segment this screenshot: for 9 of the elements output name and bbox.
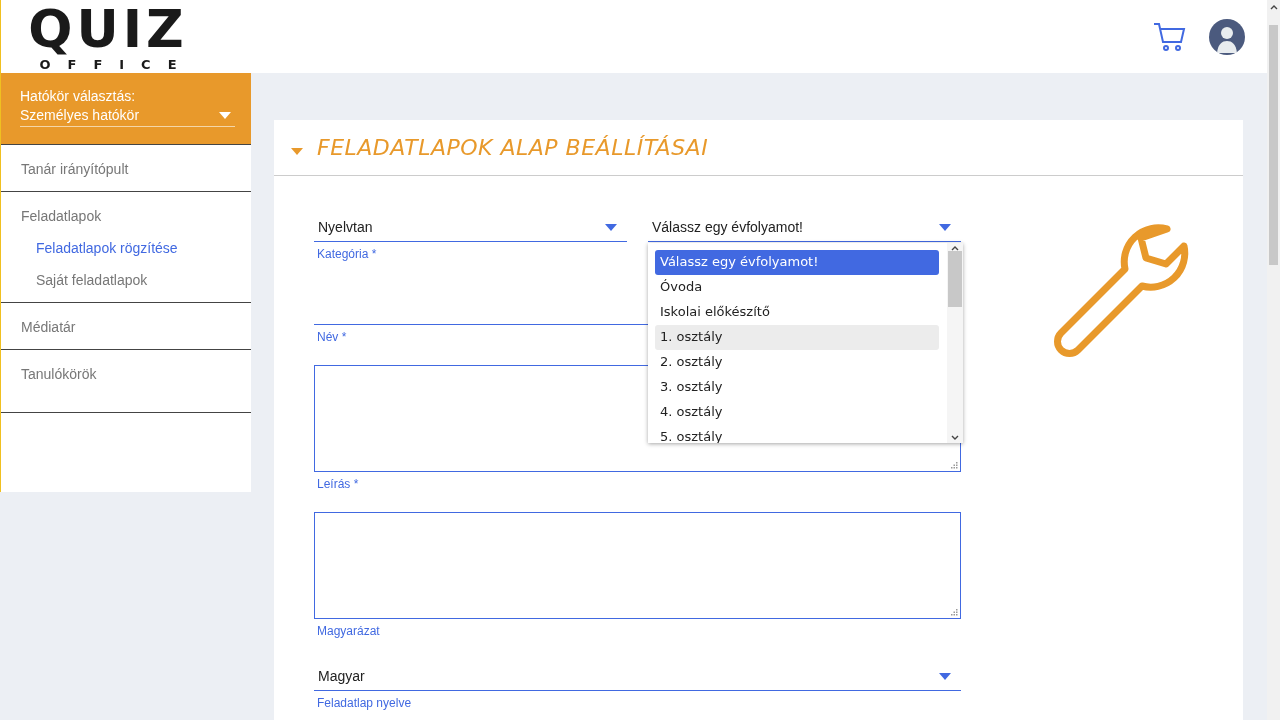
logo-wordmark: QUIZ	[28, 1, 188, 57]
scope-label: Hatókör választás:	[20, 87, 137, 105]
field-label: Leírás *	[316, 477, 359, 491]
field-label: Név *	[316, 330, 347, 344]
logo-subtitle: OFFICE	[39, 57, 194, 72]
field-label: Kategória *	[316, 247, 377, 261]
card-title: FELADATLAPOK ALAP BEÁLLÍTÁSAI	[317, 135, 709, 160]
field-label: Feladatlap nyelve	[316, 696, 412, 710]
field-label: Magyarázat	[316, 624, 380, 638]
